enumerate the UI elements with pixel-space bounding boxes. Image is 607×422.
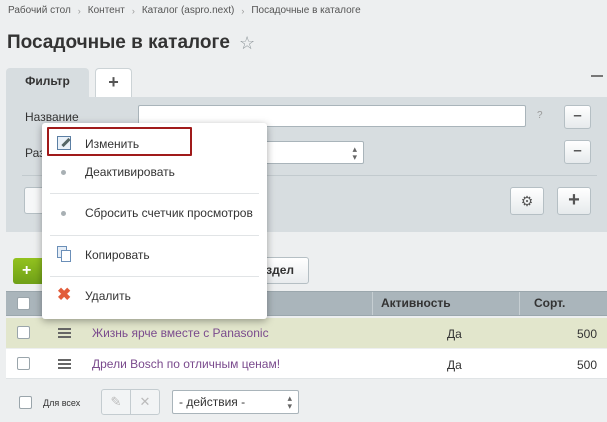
bullet-icon — [61, 170, 66, 175]
column-header-sort[interactable]: Сорт. — [534, 292, 565, 315]
grid-footer — [6, 381, 607, 422]
filter-section-select[interactable]: ▴ ▾ — [262, 141, 364, 164]
row-activity: Да — [447, 327, 462, 341]
collapse-icon[interactable] — [591, 75, 603, 77]
row-actions-menu-icon[interactable] — [58, 328, 71, 338]
page-title-row: Посадочные в каталоге ☆ — [7, 32, 255, 54]
breadcrumb: Рабочий стол › Контент › Каталог (aspro.… — [8, 5, 361, 16]
menu-separator — [50, 276, 259, 277]
highlight-box — [47, 127, 192, 156]
menu-item-delete[interactable]: ✖ Удалить — [42, 283, 267, 309]
menu-item-label: Сбросить счетчик просмотров — [85, 206, 253, 220]
column-divider — [519, 292, 520, 315]
row-sort: 500 — [576, 358, 597, 372]
menu-item-label: Деактивировать — [85, 165, 175, 179]
delete-icon: ✖ — [57, 285, 72, 304]
menu-item-copy[interactable]: Копировать — [42, 242, 267, 268]
menu-item-label: Копировать — [85, 248, 150, 262]
breadcrumb-separator-icon: › — [77, 5, 81, 16]
add-tab-button[interactable]: + — [95, 68, 132, 97]
bullet-icon — [61, 211, 66, 216]
column-header-activity[interactable]: Активность — [381, 292, 451, 315]
edit-selected-button[interactable]: ✎ — [101, 389, 131, 415]
filter-name-label: Название — [25, 110, 79, 124]
breadcrumb-separator-icon: › — [131, 5, 135, 16]
row-name-link[interactable]: Жизнь ярче вместе с Panasonic — [92, 326, 269, 340]
actions-select[interactable]: - действия - ▴ ▾ — [172, 390, 299, 414]
close-icon: ✕ — [139, 394, 151, 409]
gear-icon: ⚙ — [520, 193, 534, 209]
help-icon[interactable]: ? — [537, 110, 543, 121]
breadcrumb-item-desktop[interactable]: Рабочий стол — [8, 5, 71, 16]
remove-field-button[interactable]: – — [564, 105, 591, 129]
row-checkbox[interactable] — [17, 357, 30, 370]
select-arrows-icon: ▴ ▾ — [352, 144, 357, 162]
row-name-link[interactable]: Дрели Bosch по отличным ценам! — [92, 357, 280, 371]
page-title: Посадочные в каталоге — [7, 32, 230, 53]
actions-select-value: - действия - — [179, 395, 246, 409]
row-checkbox[interactable] — [17, 326, 30, 339]
context-menu: Изменить Деактивировать Сбросить счетчик… — [42, 123, 267, 319]
star-icon[interactable]: ☆ — [239, 33, 255, 54]
table-row[interactable]: Дрели Bosch по отличным ценам! Да 500 — [6, 349, 607, 379]
select-all-checkbox[interactable] — [17, 297, 30, 310]
row-actions-menu-icon[interactable] — [58, 359, 71, 369]
table-row[interactable]: Жизнь ярче вместе с Panasonic Да 500 — [6, 318, 607, 348]
breadcrumb-item-current[interactable]: Посадочные в каталоге — [251, 5, 360, 16]
delete-selected-button[interactable]: ✕ — [130, 389, 160, 415]
tab-filter[interactable]: Фильтр — [6, 68, 89, 97]
add-element-button[interactable]: + — [13, 258, 45, 284]
for-all-label: Для всех — [43, 398, 81, 408]
menu-separator — [50, 193, 259, 194]
for-all-checkbox[interactable] — [19, 396, 32, 409]
select-arrows-icon: ▴ ▾ — [287, 393, 292, 411]
menu-item-reset-views[interactable]: Сбросить счетчик просмотров — [42, 200, 267, 226]
settings-gear-button[interactable]: ⚙ — [510, 187, 544, 215]
row-activity: Да — [447, 358, 462, 372]
pencil-icon: ✎ — [110, 394, 122, 409]
breadcrumb-separator-icon: › — [241, 5, 245, 16]
add-filter-button[interactable]: + — [557, 187, 591, 215]
remove-field-button[interactable]: – — [564, 140, 591, 164]
copy-icon — [57, 246, 72, 262]
column-divider — [372, 292, 373, 315]
row-sort: 500 — [576, 327, 597, 341]
menu-item-deactivate[interactable]: Деактивировать — [42, 159, 267, 185]
menu-item-label: Удалить — [85, 289, 131, 303]
breadcrumb-item-catalog[interactable]: Каталог (aspro.next) — [142, 5, 235, 16]
breadcrumb-item-content[interactable]: Контент — [88, 5, 125, 16]
menu-separator — [50, 235, 259, 236]
